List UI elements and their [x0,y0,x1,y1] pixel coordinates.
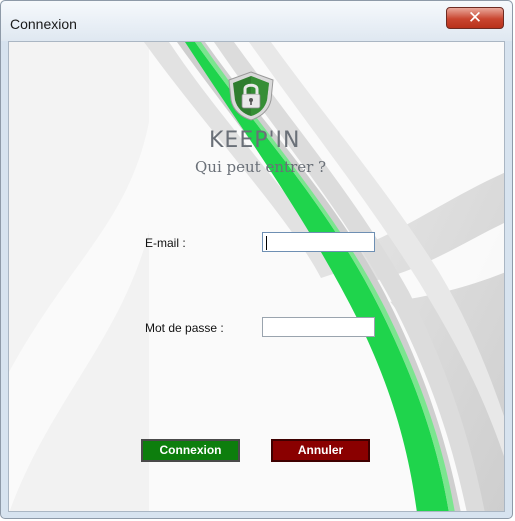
app-tagline: Qui peut entrer ? [195,158,327,176]
shield-padlock-icon [228,71,274,121]
login-button[interactable]: Connexion [141,439,240,462]
password-label: Mot de passe : [145,321,224,335]
password-field[interactable] [262,317,375,337]
close-icon: ✕ [467,8,483,27]
email-field[interactable] [262,232,375,252]
app-name: KEEP'IN [209,128,301,153]
window-title: Connexion [10,16,77,32]
email-label: E-mail : [145,236,186,250]
close-button[interactable]: ✕ [446,7,504,29]
cancel-button[interactable]: Annuler [271,439,370,462]
title-bar[interactable]: Connexion ✕ [1,1,512,41]
login-window: Connexion ✕ KEEP'IN Qui peut entrer ? E-… [0,0,513,519]
text-caret [266,236,267,250]
login-panel: KEEP'IN Qui peut entrer ? E-mail : Mot d… [8,41,505,512]
